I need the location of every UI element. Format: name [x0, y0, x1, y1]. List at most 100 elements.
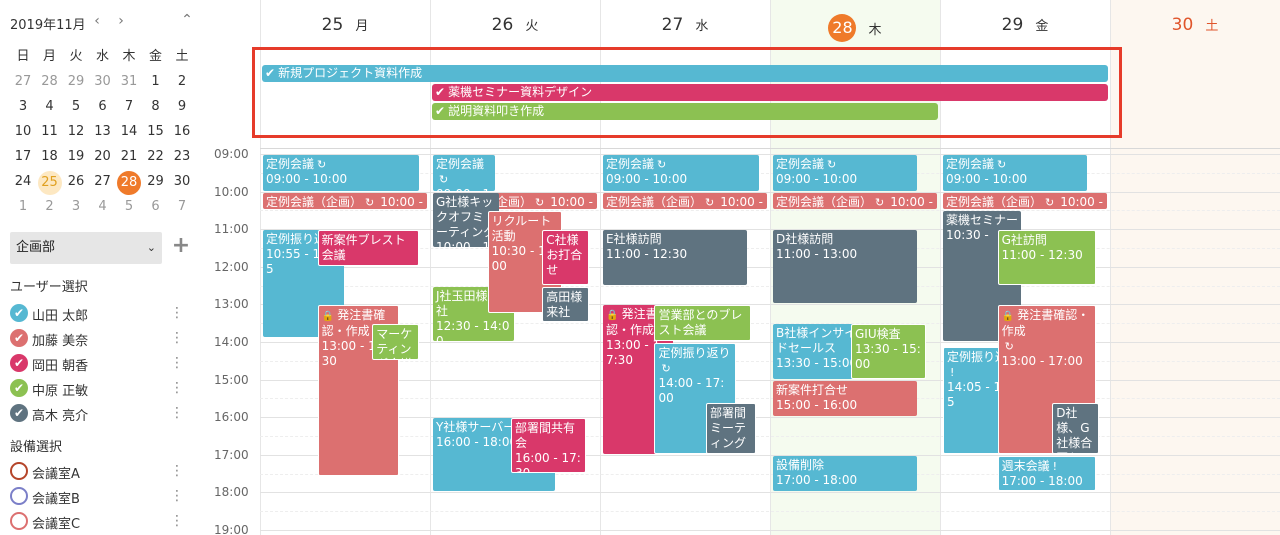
mini-calendar-day[interactable]: 9 [169, 96, 195, 118]
mini-calendar-day[interactable]: 5 [63, 96, 89, 118]
calendar-event[interactable]: 定例会議↻09:00 - 10:00 [773, 155, 917, 191]
mini-calendar-day[interactable]: 13 [90, 121, 116, 143]
next-month-icon[interactable]: › [114, 13, 128, 31]
day-header[interactable]: 27 水 [600, 14, 770, 42]
mini-calendar-day[interactable]: 21 [116, 146, 142, 168]
calendar-event[interactable]: D社様訪問 11:00 - 13:00 [773, 230, 917, 304]
day-header[interactable]: 30 土 [1110, 14, 1280, 42]
mini-calendar-day[interactable]: 30 [90, 71, 116, 93]
department-select[interactable]: 企画部 ⌄ [10, 232, 162, 264]
radio-ring-icon[interactable] [10, 462, 28, 480]
kebab-menu-icon[interactable]: ⋮ [170, 486, 184, 506]
user-item[interactable]: ✔ 加藤 美奈 ⋮ [10, 326, 195, 350]
checkmark-icon[interactable]: ✔ [10, 404, 28, 422]
equipment-item[interactable]: 会議室C ⋮ [10, 509, 195, 533]
calendar-event[interactable]: 新案件打合せ 15:00 - 16:00 [773, 380, 917, 417]
calendar-event[interactable]: 定例会議↻09:00 - 10:00 [433, 155, 496, 191]
mini-calendar-day[interactable]: 27 [90, 171, 116, 193]
mini-calendar-day[interactable]: 28 [116, 171, 142, 195]
calendar-event[interactable]: D社様、G社様合同セミナー [1052, 403, 1099, 454]
calendar-event[interactable]: 定例会議（企画）↻ 10:00 - [943, 192, 1107, 210]
mini-calendar-day[interactable]: 2 [37, 196, 63, 218]
calendar-event[interactable]: 定例会議↻09:00 - 10:00 [603, 155, 759, 191]
mini-calendar-day[interactable]: 5 [116, 196, 142, 218]
mini-calendar-day[interactable]: 6 [143, 196, 169, 218]
all-day-event[interactable]: ✔ 薬機セミナー資料デザイン [432, 84, 1108, 101]
mini-calendar-day[interactable]: 10 [10, 121, 36, 143]
mini-calendar-day[interactable]: 28 [37, 71, 63, 93]
all-day-event[interactable]: ✔ 説明資料叩き作成 [432, 103, 938, 120]
mini-calendar-day[interactable]: 1 [10, 196, 36, 218]
day-header[interactable]: 28 木 [770, 14, 940, 42]
mini-calendar-day[interactable]: 3 [10, 96, 36, 118]
mini-calendar-day[interactable]: 7 [116, 96, 142, 118]
kebab-menu-icon[interactable]: ⋮ [170, 511, 184, 531]
calendar-event[interactable]: マーケティング会議 [372, 324, 419, 360]
mini-calendar-day[interactable]: 15 [143, 121, 169, 143]
checkmark-icon[interactable]: ✔ [10, 304, 28, 322]
calendar-event[interactable]: G社訪問 11:00 - 12:30 [997, 230, 1096, 285]
calendar-event[interactable]: 営業部とのブレスト会議 [654, 305, 752, 341]
mini-calendar-day[interactable]: 24 [10, 171, 36, 193]
calendar-event[interactable]: 設備削除 17:00 - 18:00 [773, 455, 917, 492]
checkmark-icon[interactable]: ✔ [10, 354, 28, 372]
all-day-event[interactable]: ✔ 新規プロジェクト資料作成 [262, 65, 1108, 82]
mini-calendar-day[interactable]: 18 [37, 146, 63, 168]
mini-calendar-day[interactable]: 22 [143, 146, 169, 168]
calendar-event[interactable]: 定例会議（企画）↻ 10:00 - [773, 192, 937, 210]
mini-calendar-day[interactable]: 23 [169, 146, 195, 168]
mini-calendar-day[interactable]: 3 [63, 196, 89, 218]
kebab-menu-icon[interactable]: ⋮ [170, 328, 184, 348]
mini-calendar-day[interactable]: 30 [169, 171, 195, 193]
mini-calendar-day[interactable]: 2 [169, 71, 195, 93]
calendar-event[interactable]: 定例会議↻09:00 - 10:00 [263, 155, 419, 191]
day-header[interactable]: 25 月 [260, 14, 430, 42]
mini-calendar-day[interactable]: 1 [143, 71, 169, 93]
mini-calendar-day[interactable]: 26 [63, 171, 89, 193]
mini-calendar-day[interactable]: 12 [63, 121, 89, 143]
add-plus-icon[interactable]: + [170, 235, 192, 258]
checkmark-icon[interactable]: ✔ [10, 379, 28, 397]
kebab-menu-icon[interactable]: ⋮ [170, 403, 184, 423]
user-item[interactable]: ✔ 岡田 朝香 ⋮ [10, 351, 195, 375]
checkmark-icon[interactable]: ✔ [10, 329, 28, 347]
calendar-event[interactable]: C社様お打合せ [542, 230, 589, 285]
mini-calendar-day[interactable]: 31 [116, 71, 142, 93]
mini-calendar-day[interactable]: 8 [143, 96, 169, 118]
kebab-menu-icon[interactable]: ⋮ [170, 303, 184, 323]
mini-calendar-day[interactable]: 29 [143, 171, 169, 193]
calendar-event[interactable]: 定例会議↻09:00 - 10:00 [943, 155, 1087, 191]
radio-ring-icon[interactable] [10, 487, 28, 505]
calendar-event[interactable]: 新案件ブレスト会議10:00 - 12:00 [317, 230, 419, 266]
equipment-item[interactable]: 会議室A ⋮ [10, 459, 195, 483]
calendar-event[interactable]: E社様訪問 11:00 - 12:30 [603, 230, 747, 285]
prev-month-icon[interactable]: ‹ [90, 13, 104, 31]
calendar-event[interactable]: 定例会議（企画）↻ 10:00 - [263, 192, 427, 210]
radio-ring-icon[interactable] [10, 512, 28, 530]
user-item[interactable]: ✔ 高木 亮介 ⋮ [10, 401, 195, 425]
calendar-event[interactable]: 定例会議（企画）↻ 10:00 - [603, 192, 767, 210]
kebab-menu-icon[interactable]: ⋮ [170, 461, 184, 481]
user-item[interactable]: ✔ 中原 正敏 ⋮ [10, 376, 195, 400]
mini-calendar-day[interactable]: 14 [116, 121, 142, 143]
mini-calendar-day[interactable]: 29 [63, 71, 89, 93]
day-header[interactable]: 29 金 [940, 14, 1110, 42]
equipment-item[interactable]: 会議室B ⋮ [10, 484, 195, 508]
calendar-event[interactable]: 週末会議! 17:00 - 18:00 [997, 455, 1096, 492]
mini-calendar-day[interactable]: 27 [10, 71, 36, 93]
calendar-event[interactable]: GIU検査 13:30 - 15:00 [851, 324, 926, 379]
kebab-menu-icon[interactable]: ⋮ [170, 353, 184, 373]
calendar-event[interactable]: 部署間共有会16:00 - 17:30 [511, 418, 586, 473]
collapse-icon[interactable]: ⌃ [178, 12, 196, 30]
calendar-event[interactable]: 高田様来社 [542, 286, 589, 323]
mini-calendar-day[interactable]: 7 [169, 196, 195, 218]
calendar-event[interactable]: 部署間ミーティング15:30 - [705, 403, 756, 454]
user-item[interactable]: ✔ 山田 太郎 ⋮ [10, 301, 195, 325]
mini-calendar-day[interactable]: 17 [10, 146, 36, 168]
mini-calendar-day[interactable]: 20 [90, 146, 116, 168]
mini-calendar-day[interactable]: 16 [169, 121, 195, 143]
mini-calendar-day[interactable]: 11 [37, 121, 63, 143]
mini-calendar-day[interactable]: 4 [90, 196, 116, 218]
mini-calendar-day[interactable]: 6 [90, 96, 116, 118]
day-header[interactable]: 26 火 [430, 14, 600, 42]
